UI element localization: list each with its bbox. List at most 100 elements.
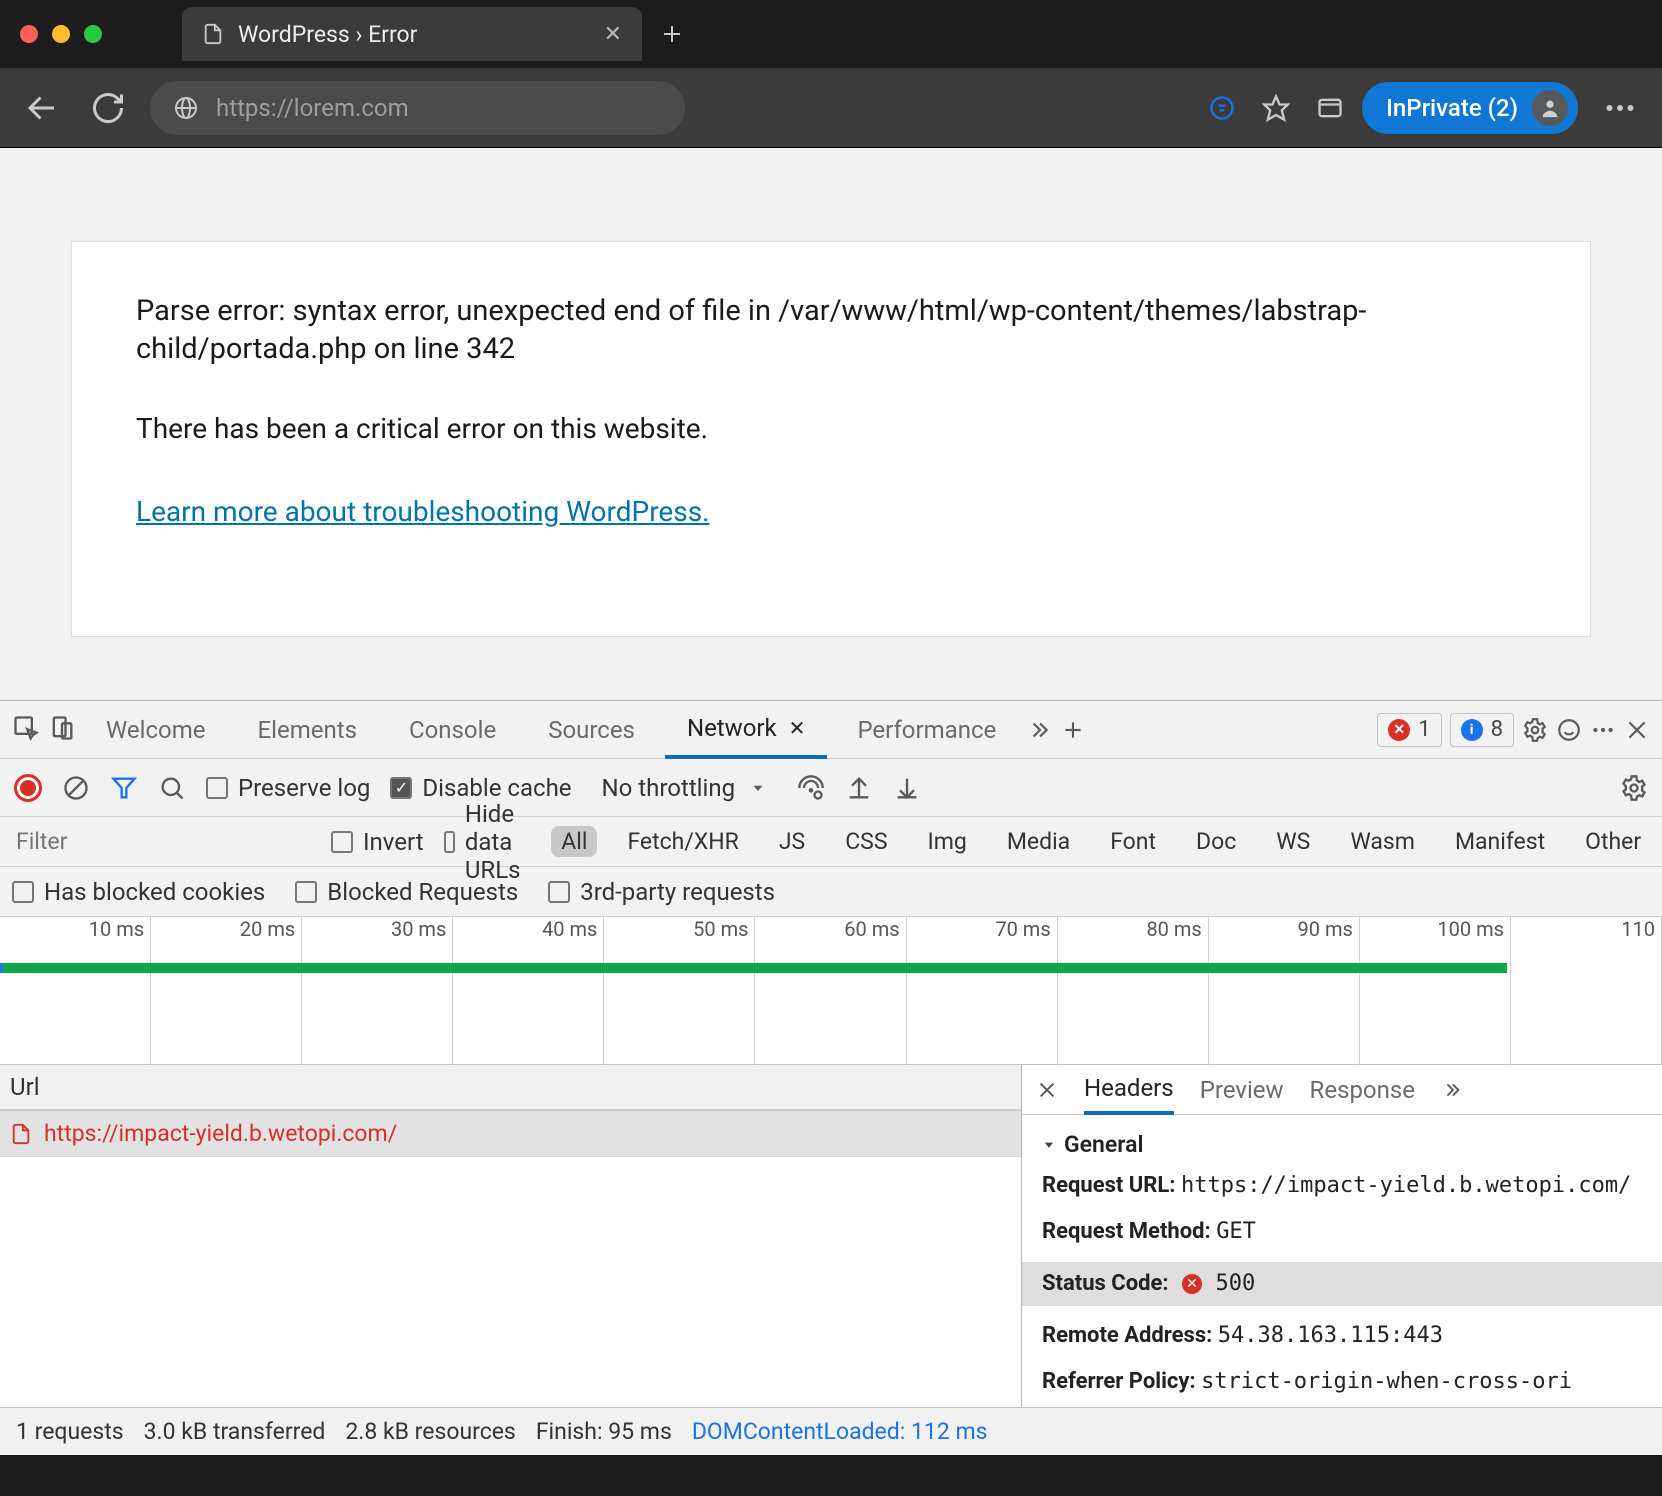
- checkbox-icon: [12, 881, 34, 903]
- filter-type-doc[interactable]: Doc: [1186, 826, 1246, 857]
- more-horizontal-icon[interactable]: [1590, 717, 1616, 743]
- tab-performance[interactable]: Performance: [835, 701, 1018, 759]
- request-url-row: Request URL: https://impact-yield.b.weto…: [1042, 1170, 1642, 1202]
- browser-tab[interactable]: WordPress › Error ✕: [182, 7, 642, 61]
- filter-type-js[interactable]: JS: [769, 826, 815, 857]
- filter-type-font[interactable]: Font: [1100, 826, 1166, 857]
- request-list-header[interactable]: Url: [0, 1065, 1021, 1111]
- filter-type-css[interactable]: CSS: [835, 826, 897, 857]
- request-row[interactable]: https://impact-yield.b.wetopi.com/: [0, 1111, 1021, 1157]
- maximize-window-button[interactable]: [84, 25, 102, 43]
- timeline-tick: 90 ms: [1209, 917, 1360, 1065]
- details-tab-preview[interactable]: Preview: [1200, 1065, 1284, 1115]
- profile-avatar[interactable]: [1532, 90, 1568, 126]
- preserve-log-checkbox[interactable]: Preserve log: [206, 774, 370, 802]
- minimize-window-button[interactable]: [52, 25, 70, 43]
- network-timeline[interactable]: 10 ms 20 ms 30 ms 40 ms 50 ms 60 ms 70 m…: [0, 917, 1662, 1065]
- tab-network[interactable]: Network ✕: [665, 701, 827, 759]
- tab-strip: WordPress › Error ✕: [0, 0, 1662, 68]
- network-controls-row2: Invert Hide data URLs All Fetch/XHR JS C…: [0, 817, 1662, 867]
- tab-elements[interactable]: Elements: [236, 701, 379, 759]
- gear-icon[interactable]: [1522, 717, 1548, 743]
- inspect-button[interactable]: [12, 714, 40, 746]
- general-label: General: [1064, 1131, 1144, 1158]
- error-counter[interactable]: ✕ 1: [1377, 713, 1441, 747]
- details-body: General Request URL: https://impact-yiel…: [1022, 1115, 1662, 1407]
- invert-label: Invert: [363, 828, 424, 856]
- timeline-tick: 30 ms: [302, 917, 453, 1065]
- record-button[interactable]: [14, 774, 42, 802]
- close-details-icon[interactable]: [1036, 1079, 1058, 1101]
- remote-address-value: 54.38.163.115:443: [1218, 1323, 1443, 1348]
- plus-icon[interactable]: [1060, 717, 1086, 743]
- info-counter[interactable]: i 8: [1450, 713, 1514, 747]
- new-tab-button[interactable]: [650, 12, 694, 56]
- close-window-button[interactable]: [20, 25, 38, 43]
- checkbox-icon: [295, 881, 317, 903]
- filter-type-manifest[interactable]: Manifest: [1445, 826, 1555, 857]
- filter-type-media[interactable]: Media: [997, 826, 1080, 857]
- tab-welcome[interactable]: Welcome: [84, 701, 228, 759]
- request-url-value: https://impact-yield.b.wetopi.com/: [1181, 1173, 1631, 1198]
- network-controls-row3: Has blocked cookies Blocked Requests 3rd…: [0, 867, 1662, 917]
- referrer-policy-value: strict-origin-when-cross-ori: [1201, 1369, 1572, 1394]
- error-dot-icon: ✕: [1388, 719, 1410, 741]
- filter-input[interactable]: [12, 823, 311, 861]
- file-error-icon: [10, 1123, 32, 1145]
- tab-network-label: Network: [687, 714, 777, 742]
- throttling-label: No throttling: [602, 774, 736, 802]
- back-button[interactable]: [18, 84, 66, 132]
- learn-more-link[interactable]: Learn more about troubleshooting WordPre…: [136, 495, 710, 528]
- status-code-row: Status Code: ✕ 500: [1022, 1262, 1662, 1306]
- hide-data-checkbox[interactable]: Hide data URLs: [444, 800, 532, 884]
- throttling-select[interactable]: No throttling: [592, 774, 778, 802]
- timeline-tick: 70 ms: [907, 917, 1058, 1065]
- blocked-cookies-checkbox[interactable]: Has blocked cookies: [12, 878, 265, 906]
- download-icon[interactable]: [893, 774, 921, 802]
- upload-icon[interactable]: [845, 774, 873, 802]
- filter-type-img[interactable]: Img: [918, 826, 977, 857]
- network-conditions-icon[interactable]: [797, 774, 825, 802]
- shopping-icon[interactable]: [1208, 94, 1236, 122]
- details-tab-response[interactable]: Response: [1310, 1065, 1415, 1115]
- gear-icon[interactable]: [1620, 774, 1648, 802]
- tab-sources[interactable]: Sources: [526, 701, 657, 759]
- filter-type-wasm[interactable]: Wasm: [1340, 826, 1425, 857]
- address-field[interactable]: https://lorem.com: [150, 81, 685, 135]
- referrer-policy-row: Referrer Policy: strict-origin-when-cros…: [1042, 1366, 1642, 1398]
- info-dot-icon: i: [1461, 719, 1483, 741]
- favorites-icon[interactable]: [1262, 94, 1290, 122]
- network-footer: 1 requests 3.0 kB transferred 2.8 kB res…: [0, 1407, 1662, 1455]
- remote-address-row: Remote Address: 54.38.163.115:443: [1042, 1320, 1642, 1352]
- device-toggle-button[interactable]: [48, 714, 76, 746]
- details-tab-headers[interactable]: Headers: [1084, 1065, 1174, 1115]
- collections-icon[interactable]: [1316, 94, 1344, 122]
- clear-icon[interactable]: [62, 774, 90, 802]
- search-icon[interactable]: [158, 774, 186, 802]
- filter-type-other[interactable]: Other: [1575, 826, 1651, 857]
- filter-type-ws[interactable]: WS: [1266, 826, 1320, 857]
- filter-type-fetch[interactable]: Fetch/XHR: [617, 826, 748, 857]
- chevrons-right-icon[interactable]: [1026, 717, 1052, 743]
- close-devtools-icon[interactable]: [1624, 717, 1650, 743]
- timeline-tick: 110: [1511, 917, 1662, 1065]
- filter-type-all[interactable]: All: [551, 826, 597, 857]
- third-party-checkbox[interactable]: 3rd-party requests: [548, 878, 775, 906]
- disable-cache-checkbox[interactable]: ✓ Disable cache: [390, 774, 571, 802]
- status-code-value: 500: [1216, 1271, 1256, 1296]
- refresh-button[interactable]: [84, 84, 132, 132]
- blocked-requests-checkbox[interactable]: Blocked Requests: [295, 878, 518, 906]
- info-count: 8: [1491, 717, 1503, 742]
- tab-console[interactable]: Console: [387, 701, 518, 759]
- chevrons-right-icon[interactable]: [1441, 1079, 1463, 1101]
- close-tab-icon[interactable]: ✕: [604, 22, 622, 47]
- browser-menu-button[interactable]: [1596, 84, 1644, 132]
- close-tab-network-icon[interactable]: ✕: [789, 716, 806, 740]
- filter-icon[interactable]: [110, 774, 138, 802]
- page-viewport: Parse error: syntax error, unexpected en…: [0, 148, 1662, 700]
- inprivate-badge[interactable]: InPrivate (2): [1362, 82, 1578, 134]
- toolbar-icons: [1208, 94, 1344, 122]
- general-section-toggle[interactable]: General: [1042, 1131, 1642, 1158]
- invert-checkbox[interactable]: Invert: [331, 828, 424, 856]
- feedback-icon[interactable]: [1556, 717, 1582, 743]
